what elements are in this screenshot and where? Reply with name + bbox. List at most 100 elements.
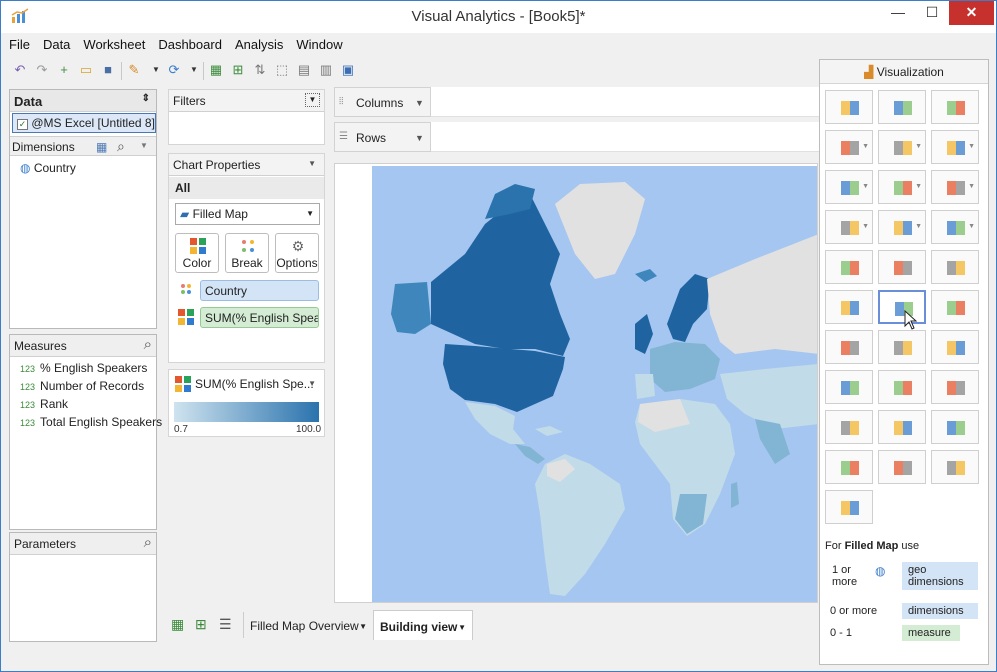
menu-worksheet[interactable]: Worksheet [83,37,145,52]
chart-type-dropdown-icon[interactable]: ▼ [862,183,869,190]
tab-dropdown-icon[interactable]: ▼ [359,622,367,631]
chart-type-select[interactable]: ▰ Filled Map ▼ [175,203,320,225]
chart-type-dropdown-icon[interactable]: ▼ [968,183,975,190]
tab-list-icon[interactable]: ☰ [219,616,232,633]
rows-shelf[interactable]: ☰ Rows ▼ [334,122,431,152]
dimension-pill-country[interactable]: Country [200,280,319,301]
chart-type-gauge-button[interactable] [825,410,873,444]
filters-dropdown-icon[interactable]: ▼ [305,93,320,107]
maximize-button[interactable]: ☐ [915,1,949,25]
chart-type-table-button[interactable] [825,90,873,124]
new-worksheet-icon[interactable]: ▦ [171,616,184,633]
country-alaska[interactable] [391,282,431,334]
tab-dropdown-icon[interactable]: ▼ [458,623,466,632]
add-dashboard-icon[interactable]: ⊞ [229,61,247,79]
chart-type-bubble-button[interactable] [825,290,873,324]
chart-type-line-button[interactable]: ▼ [825,170,873,204]
measure-item[interactable]: 123 % English Speakers [20,361,147,375]
highlight-dropdown-icon[interactable]: ▼ [147,61,165,79]
add-chart-icon[interactable]: ▦ [207,61,225,79]
chart-type-box-plot-button[interactable] [825,370,873,404]
save-icon[interactable]: ■ [99,61,117,79]
chart-type-histogram-button[interactable] [878,250,926,284]
iberia[interactable] [635,374,655,399]
refresh-icon[interactable]: ⟳ [165,61,183,79]
chart-type-multi-line-button[interactable]: ▼ [931,170,979,204]
chart-type-stacked-bar-button[interactable]: ▼ [878,130,926,164]
search-icon[interactable]: ⌕ [117,138,125,155]
close-button[interactable]: ✕ [949,1,994,25]
menu-analysis[interactable]: Analysis [235,37,283,52]
measure-item[interactable]: 123 Total English Speakers [20,415,162,429]
refresh-dropdown-icon[interactable]: ▼ [185,61,203,79]
dimension-item-country[interactable]: ◍ Country [20,161,76,175]
search-icon[interactable]: ⌕ [144,336,152,353]
chart-type-donut-button[interactable] [878,330,926,364]
swap-axes-icon[interactable]: ⇅ [251,61,269,79]
chart-type-error-bar-button[interactable] [825,490,873,524]
chart-type-dropdown-icon[interactable]: ▼ [915,143,922,150]
redo-icon[interactable]: ↷ [33,61,51,79]
options-button[interactable]: ⚙ Options [275,233,319,273]
chart-type-radar-button[interactable] [825,450,873,484]
search-icon[interactable]: ⌕ [144,534,152,551]
menu-data[interactable]: Data [43,37,70,52]
chart-type-distribution-button[interactable] [878,450,926,484]
chart-type-funnel-button[interactable] [931,370,979,404]
chart-type-dropdown-icon[interactable]: ▼ [862,143,869,150]
rows-dropdown-icon[interactable]: ▼ [415,133,424,143]
sort-arrows-icon[interactable]: ⇕ [142,93,150,104]
filters-panel[interactable]: Filters ▼ [168,89,325,145]
fit-view-icon[interactable]: ▣ [339,61,357,79]
tab-filled-map-overview[interactable]: Filled Map Overview ▼ [243,612,373,638]
chart-type-dropdown-icon[interactable]: ▼ [862,223,869,230]
chart-type-dropdown-icon[interactable]: ▼ [968,223,975,230]
chart-type-range-button[interactable] [931,450,979,484]
new-sheet-icon[interactable]: + [55,61,73,79]
chart-type-dual-area-button[interactable] [825,250,873,284]
table-view-icon[interactable]: ▦ [96,140,107,154]
filled-map[interactable] [335,164,818,603]
dimensions-dropdown-icon[interactable]: ▼ [140,141,148,150]
menu-window[interactable]: Window [296,37,342,52]
menu-file[interactable]: File [9,37,30,52]
chart-type-column-button[interactable]: ▼ [878,210,926,244]
chart-type-bar-button[interactable]: ▼ [825,130,873,164]
columns-dropdown-icon[interactable]: ▼ [415,98,424,108]
columns-shelf[interactable]: ⦙⦙ Columns ▼ [334,87,431,117]
new-dashboard-icon[interactable]: ⊞ [195,616,207,633]
chart-type-scatter-button[interactable] [931,250,979,284]
break-button[interactable]: Break [225,233,269,273]
chart-type-side-by-side-bar-button[interactable]: ▼ [931,130,979,164]
chart-type-gantt-button[interactable] [878,370,926,404]
all-marks-tab[interactable]: All [169,177,324,199]
highlight-icon[interactable]: ✎ [125,61,143,79]
measure-item[interactable]: 123 Rank [20,397,68,411]
sort-ascending-icon[interactable]: ▤ [295,61,313,79]
chart-type-dual-line-button[interactable]: ▼ [878,170,926,204]
chart-type-dropdown-icon[interactable]: ▼ [968,143,975,150]
chart-type-dropdown-icon[interactable]: ▼ [915,223,922,230]
chart-type-pie-button[interactable] [825,330,873,364]
chart-type-dropdown-icon[interactable]: ▼ [915,183,922,190]
chart-type-mountain-button[interactable] [878,410,926,444]
chart-type-stacked-area-button[interactable]: ▼ [931,210,979,244]
columns-drop-zone[interactable] [431,87,819,117]
sort-descending-icon[interactable]: ▥ [317,61,335,79]
menu-dashboard[interactable]: Dashboard [158,37,222,52]
chart-type-treemap-button[interactable] [931,330,979,364]
rows-drop-zone[interactable] [431,122,819,152]
chart-type-filled-map-button[interactable] [878,290,926,324]
chart-type-symbol-map-button[interactable] [931,290,979,324]
undo-icon[interactable]: ↶ [11,61,29,79]
legend-dropdown-icon[interactable]: ▼ [308,379,316,388]
minimize-button[interactable]: — [881,1,915,25]
data-source-item[interactable]: ✓ @MS Excel [Untitled 8] [12,113,156,133]
chart-properties-dropdown-icon[interactable]: ▼ [308,159,316,168]
chart-type-waffle-button[interactable] [931,410,979,444]
open-folder-icon[interactable]: ▭ [77,61,95,79]
lasso-select-icon[interactable]: ⬚ [273,61,291,79]
measure-item[interactable]: 123 Number of Records [20,379,144,393]
chart-type-heat-map-button[interactable] [878,90,926,124]
map-canvas[interactable] [334,163,818,603]
